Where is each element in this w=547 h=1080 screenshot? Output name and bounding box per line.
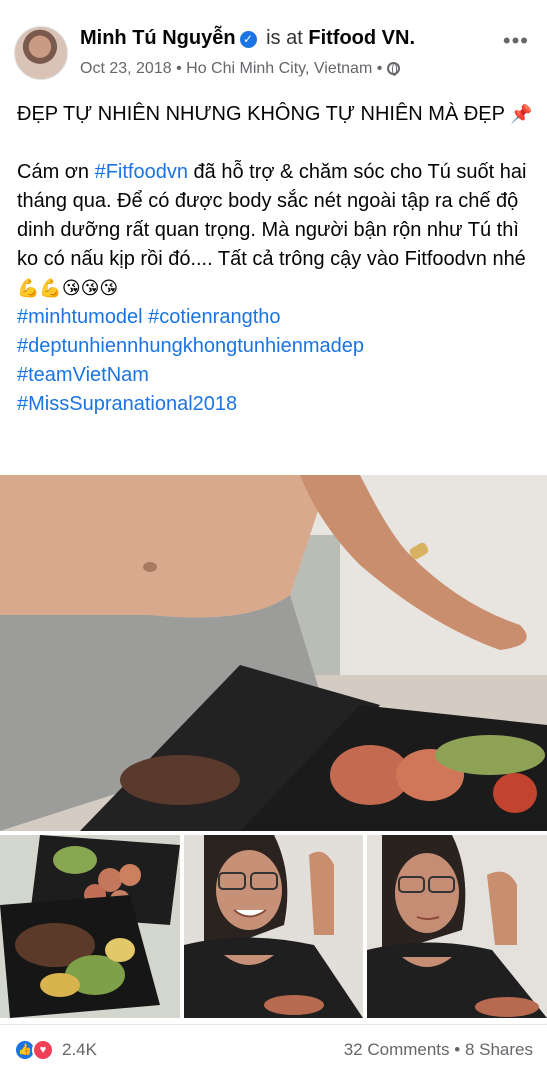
post-date[interactable]: Oct 23, 2018: [80, 60, 172, 77]
post-text: ĐẸP TỰ NHIÊN NHƯNG KHÔNG TỰ NHIÊN MÀ ĐẸP…: [17, 100, 537, 419]
share-count[interactable]: 8 Shares: [465, 1040, 533, 1059]
more-options-icon[interactable]: •••: [503, 28, 529, 54]
post-location[interactable]: Ho Chi Minh City, Vietnam: [186, 60, 372, 77]
author-name[interactable]: Minh Tú Nguyễn: [80, 27, 236, 49]
hashtag-line[interactable]: #MissSupranational2018: [17, 390, 537, 419]
hashtag-line[interactable]: #teamVietNam: [17, 361, 537, 390]
hashtag-line[interactable]: #deptunhiennhungkhongtunhienmadep: [17, 332, 537, 361]
meta-separator: •: [176, 60, 182, 77]
place-link[interactable]: Fitfood VN.: [308, 27, 415, 49]
hashtag-link[interactable]: #Fitfoodvn: [95, 161, 188, 183]
avatar[interactable]: [14, 26, 68, 80]
main-photo[interactable]: [0, 475, 547, 831]
post-headline: ĐẸP TỰ NHIÊN NHƯNG KHÔNG TỰ NHIÊN MÀ ĐẸP…: [17, 100, 537, 129]
main-photo-illustration: [0, 475, 547, 831]
checkin-text: is at: [266, 27, 303, 49]
body-intro: Cám ơn: [17, 161, 95, 183]
pushpin-icon: 📌: [510, 104, 533, 125]
reaction-icons[interactable]: 👍 ♥: [14, 1038, 60, 1062]
hashtag-line[interactable]: #minhtumodel #cotienrangtho: [17, 303, 537, 332]
comment-count[interactable]: 32 Comments: [344, 1040, 450, 1059]
emoji-sequence: 💪💪😘😘😘: [17, 278, 119, 299]
meta-separator: •: [376, 60, 383, 77]
reaction-count[interactable]: 2.4K: [62, 1040, 97, 1060]
engagement-stats: 32 Comments • 8 Shares: [344, 1040, 533, 1060]
post-header: Minh Tú Nguyễn ✓ is at Fitfood VN. Oct 23…: [0, 0, 547, 92]
photo-thumbnail-selfie-pose[interactable]: [367, 835, 547, 1018]
love-reaction-icon: ♥: [32, 1039, 54, 1061]
post-body: Cám ơn #Fitfoodvn đã hỗ trợ & chăm sóc c…: [17, 158, 537, 303]
photo-thumbnail-selfie-smile[interactable]: [184, 835, 363, 1018]
verified-badge-icon: ✓: [239, 31, 257, 48]
headline-text: ĐẸP TỰ NHIÊN NHƯNG KHÔNG TỰ NHIÊN MÀ ĐẸP: [17, 103, 505, 125]
post-meta: Oct 23, 2018 • Ho Chi Minh City, Vietnam…: [80, 60, 400, 78]
photo-thumbnail-food[interactable]: [0, 835, 180, 1018]
globe-icon: [386, 62, 400, 76]
stats-separator: •: [454, 1040, 461, 1059]
selfie-photo-illustration: [184, 835, 363, 1018]
author-line: Minh Tú Nguyễn ✓ is at Fitfood VN.: [80, 26, 415, 50]
food-photo-illustration: [0, 835, 180, 1018]
post-footer: 👍 ♥ 2.4K 32 Comments • 8 Shares: [0, 1024, 547, 1075]
selfie-photo-illustration: [367, 835, 547, 1018]
